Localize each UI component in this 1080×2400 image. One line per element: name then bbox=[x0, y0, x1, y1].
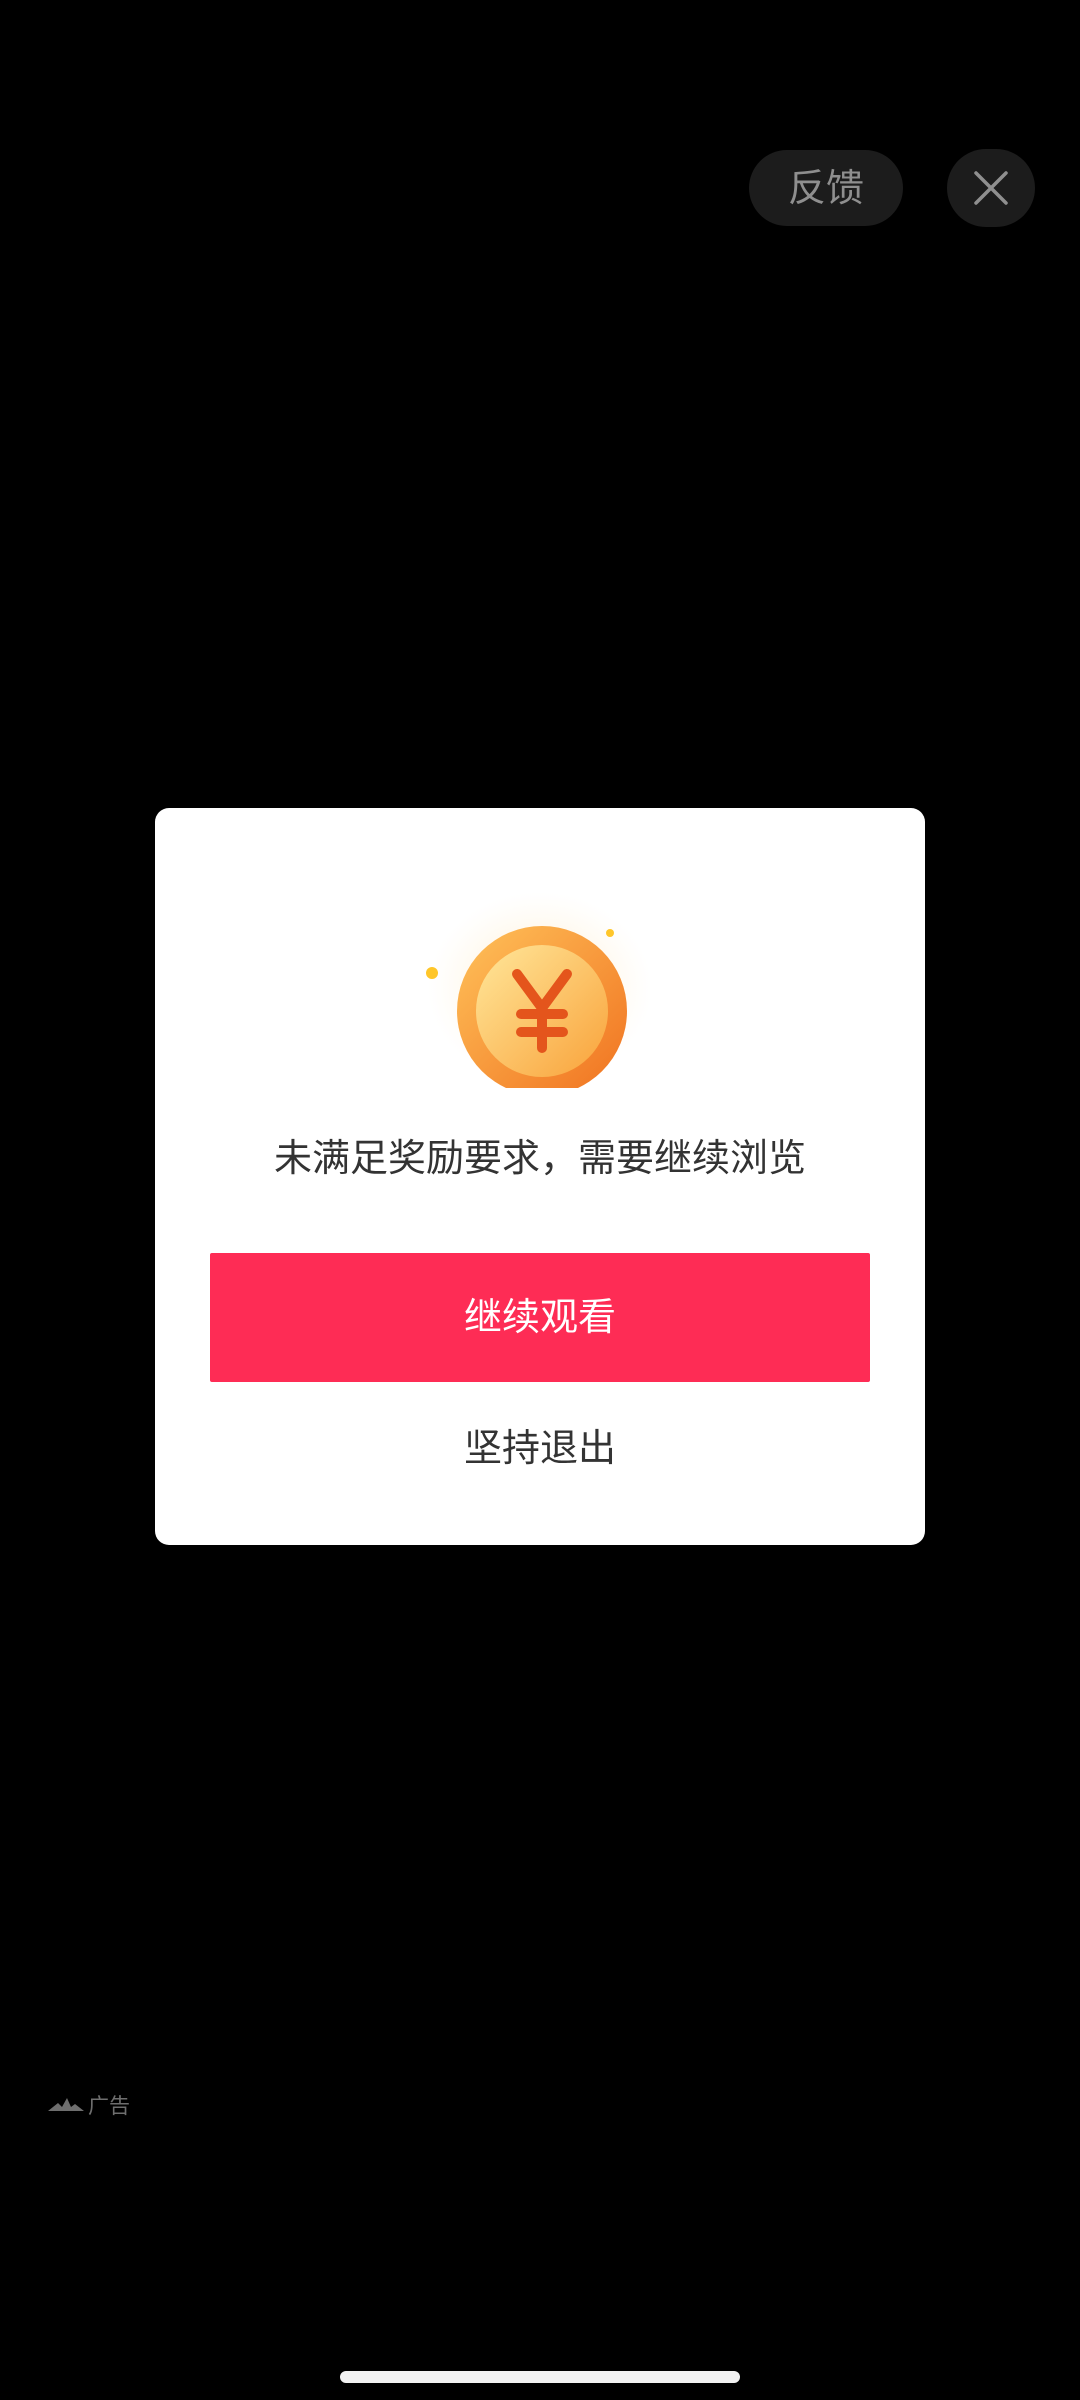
reward-dialog: 未满足奖励要求，需要继续浏览 继续观看 坚持退出 bbox=[155, 808, 925, 1545]
close-button[interactable] bbox=[947, 149, 1035, 227]
ad-logo-icon bbox=[48, 2098, 84, 2111]
feedback-button[interactable]: 反馈 bbox=[749, 150, 903, 226]
close-icon bbox=[974, 171, 1008, 205]
ad-tag: 广告 bbox=[48, 2090, 130, 2120]
yuan-coin-icon bbox=[426, 892, 652, 1088]
home-indicator[interactable] bbox=[340, 2371, 740, 2383]
ad-label: 广告 bbox=[88, 2094, 130, 2118]
reward-message: 未满足奖励要求，需要继续浏览 bbox=[273, 1136, 806, 1180]
top-controls: 反馈 bbox=[0, 149, 1080, 227]
insist-exit-button[interactable]: 坚持退出 bbox=[155, 1408, 925, 1488]
continue-watching-button[interactable]: 继续观看 bbox=[210, 1253, 870, 1382]
